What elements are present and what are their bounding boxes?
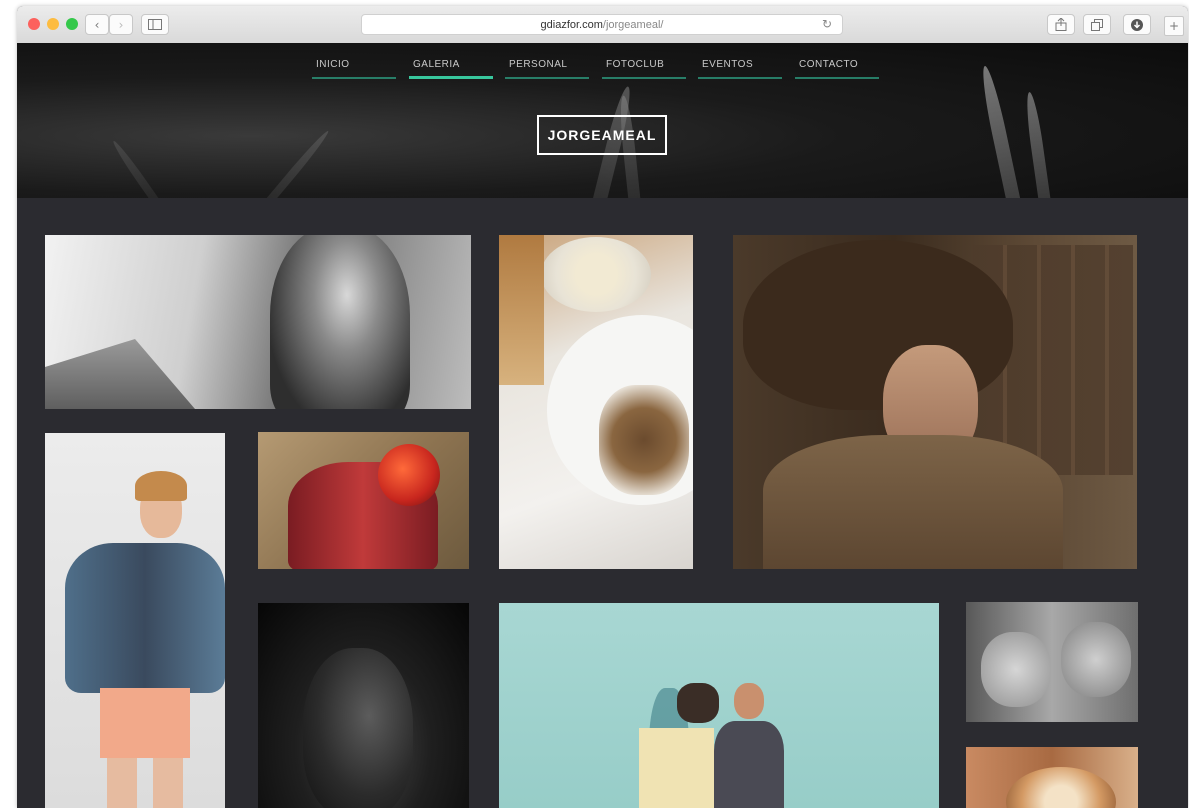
header-background-plant: [1023, 91, 1051, 198]
photo-face-shape: [1061, 622, 1131, 697]
photo-jacket-shape: [65, 543, 225, 693]
nav-item-label: PERSONAL: [509, 59, 568, 70]
minimize-window-button[interactable]: [47, 18, 59, 30]
header-background-plant: [978, 64, 1021, 198]
gallery-photo-woman-denim-jacket[interactable]: [45, 433, 225, 808]
header-background-plant: [247, 128, 332, 198]
url-domain: gdiazfor.com: [540, 18, 603, 31]
photo-dress-shape: [714, 721, 784, 808]
gallery-photo-couple-on-blue[interactable]: [499, 603, 939, 808]
header-background-plant: [110, 138, 175, 198]
new-tab-button[interactable]: +: [1164, 16, 1184, 36]
nav-item-eventos[interactable]: EVENTOS: [698, 59, 782, 79]
nav-underline: [312, 77, 396, 79]
main-nav: INICIO GALERIA PERSONAL FOTOCLUB EVENTOS…: [17, 59, 1188, 79]
url-path: /jorgeameal/: [602, 18, 664, 31]
reload-icon[interactable]: ↻: [822, 17, 832, 31]
photo-leg-shape: [107, 758, 137, 808]
nav-item-label: CONTACTO: [799, 59, 859, 70]
gallery-photo-woman-in-hat[interactable]: [733, 235, 1137, 569]
photo-face-shape: [303, 648, 413, 808]
photo-hair-shape: [135, 471, 187, 501]
address-bar[interactable]: gdiazfor.com/jorgeameal/ ↻: [361, 14, 843, 35]
photo-bowl-shape: [541, 237, 651, 312]
forward-button[interactable]: ›: [109, 14, 133, 35]
web-page: INICIO GALERIA PERSONAL FOTOCLUB EVENTOS…: [17, 43, 1188, 808]
nav-item-label: FOTOCLUB: [606, 59, 665, 70]
photo-shirt-shape: [639, 728, 714, 808]
nav-item-inicio[interactable]: INICIO: [312, 59, 396, 79]
back-button[interactable]: ‹: [85, 14, 109, 35]
sidebar-icon: [148, 19, 162, 30]
close-window-button[interactable]: [28, 18, 40, 30]
chevron-left-icon: ‹: [94, 17, 100, 32]
gallery-photo-latte-art[interactable]: [966, 747, 1138, 808]
browser-window: ‹ › gdiazfor.com/jorgeameal/ ↻ + INICIO …: [17, 6, 1188, 808]
share-icon: [1055, 18, 1067, 31]
gallery-photo-couple-lying[interactable]: [966, 602, 1138, 722]
nav-underline: [795, 77, 879, 79]
nav-item-galeria[interactable]: GALERIA: [409, 59, 493, 79]
nav-item-personal[interactable]: PERSONAL: [505, 59, 589, 79]
nav-item-label: INICIO: [316, 59, 350, 70]
tabs-icon: [1091, 18, 1103, 31]
nav-underline: [409, 76, 493, 79]
nav-item-label: EVENTOS: [702, 59, 754, 70]
browser-toolbar: ‹ › gdiazfor.com/jorgeameal/ ↻ +: [17, 6, 1188, 44]
photo-leg-shape: [153, 758, 183, 808]
zoom-window-button[interactable]: [66, 18, 78, 30]
share-button[interactable]: [1047, 14, 1075, 35]
nav-underline: [698, 77, 782, 79]
gallery-photo-woman-hair-portrait[interactable]: [45, 235, 471, 409]
photo-landscape-shape: [45, 339, 195, 409]
photo-coat-shape: [763, 435, 1063, 569]
photo-hat-shape: [677, 683, 719, 723]
plus-icon: +: [1168, 19, 1180, 33]
nav-item-contacto[interactable]: CONTACTO: [795, 59, 879, 79]
photo-helmet-shape: [378, 444, 440, 506]
site-header: INICIO GALERIA PERSONAL FOTOCLUB EVENTOS…: [17, 43, 1188, 198]
photo-face-shape: [734, 683, 764, 719]
logo-text: JORGEAMEAL: [547, 127, 657, 143]
nav-item-fotoclub[interactable]: FOTOCLUB: [602, 59, 686, 79]
gallery-photo-man-portrait-dark[interactable]: [258, 603, 469, 808]
nav-item-label: GALERIA: [413, 59, 460, 70]
photo-face-shape: [981, 632, 1051, 707]
nav-underline: [505, 77, 589, 79]
photo-shorts-shape: [100, 688, 190, 758]
downloads-button[interactable]: [1123, 14, 1151, 35]
sidebar-button[interactable]: [141, 14, 169, 35]
photo-subject-shape: [270, 235, 410, 409]
photo-mushrooms-shape: [599, 385, 689, 495]
gallery-photo-motocross-rider[interactable]: [258, 432, 469, 569]
site-logo[interactable]: JORGEAMEAL: [537, 115, 667, 155]
download-icon: [1131, 18, 1143, 31]
nav-underline: [602, 77, 686, 79]
chevron-right-icon: ›: [118, 17, 124, 32]
gallery-photo-food-plate[interactable]: [499, 235, 693, 569]
tabs-button[interactable]: [1083, 14, 1111, 35]
photo-bread-shape: [499, 235, 544, 385]
photo-cup-shape: [1006, 767, 1116, 808]
